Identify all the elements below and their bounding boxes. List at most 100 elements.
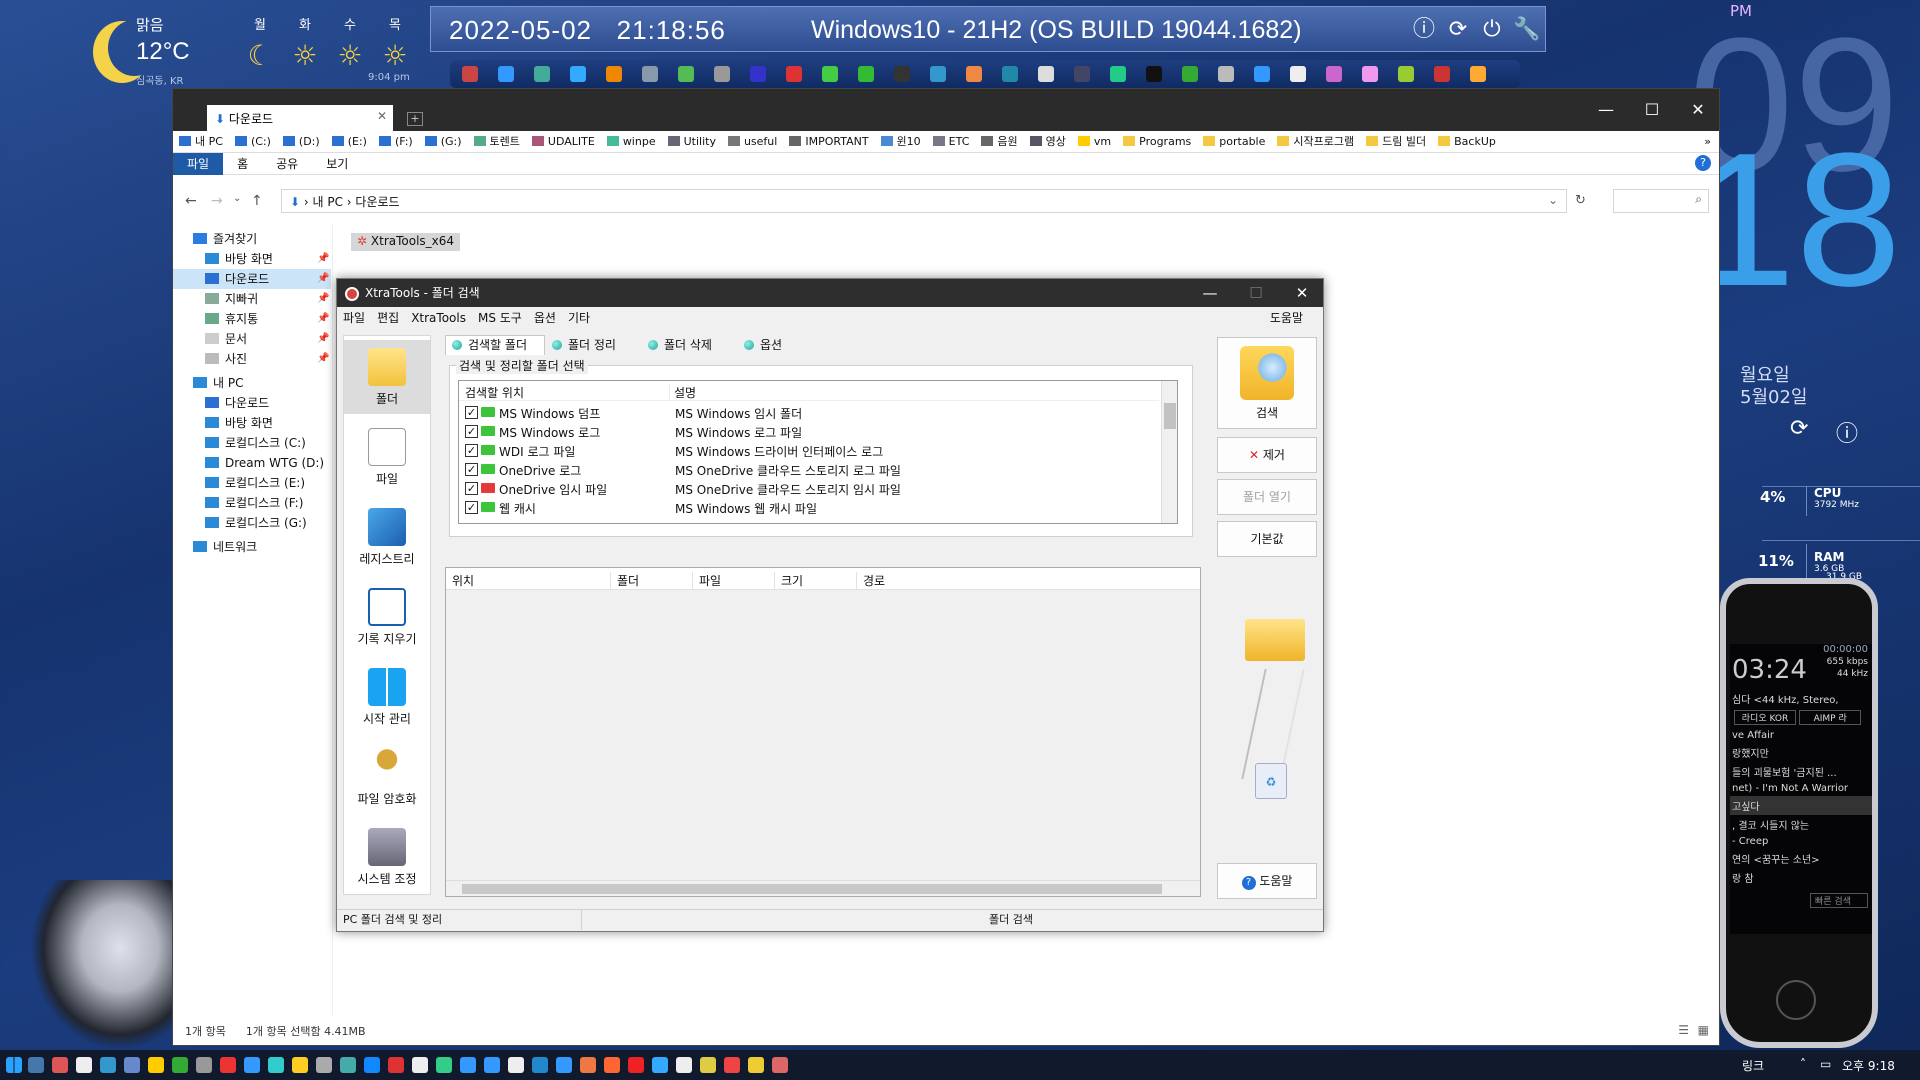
taskbar-app-icon[interactable]: [604, 1057, 620, 1073]
refresh-icon[interactable]: ↻: [1575, 193, 1586, 208]
chevron-up-icon[interactable]: ˄: [1800, 1057, 1806, 1071]
tab-search-folders[interactable]: 검색할 폴더: [445, 335, 545, 355]
taskbar-app-icon[interactable]: [460, 1057, 476, 1073]
row-checkbox[interactable]: ✓: [465, 463, 478, 476]
address-bar[interactable]: ⬇ › 내 PC › 다운로드 ⌄: [281, 189, 1567, 213]
details-view-icon[interactable]: ☰: [1678, 1023, 1689, 1037]
playlist-item[interactable]: 들의 괴물보험 '금지된 ...: [1730, 762, 1872, 781]
close-tab-icon[interactable]: ✕: [377, 109, 387, 123]
row-checkbox[interactable]: ✓: [465, 501, 478, 514]
nav-pc-item[interactable]: 로컬디스크 (G:): [205, 513, 307, 533]
tray-links[interactable]: 링크: [1742, 1057, 1764, 1074]
bookmark-item[interactable]: Utility: [667, 131, 716, 152]
dock-app-icon[interactable]: [1182, 66, 1198, 82]
taskbar-app-icon[interactable]: [364, 1057, 380, 1073]
menu-help[interactable]: 도움말: [1270, 307, 1303, 329]
menu-file[interactable]: 파일: [343, 311, 365, 325]
nav-quick-item[interactable]: 다운로드 📌: [173, 269, 331, 289]
nav-quick-item[interactable]: 사진 📌: [205, 349, 329, 369]
column-folders[interactable]: 폴더: [610, 572, 639, 590]
forward-icon[interactable]: →: [211, 193, 223, 209]
taskbar-app-icon[interactable]: [268, 1057, 284, 1073]
column-location[interactable]: 검색할 위치: [465, 384, 524, 401]
row-checkbox[interactable]: ✓: [465, 406, 478, 419]
column-position[interactable]: 위치: [446, 572, 474, 590]
tool-system[interactable]: 시스템 조정: [344, 820, 430, 894]
dock-app-icon[interactable]: [606, 66, 622, 82]
pin-icon[interactable]: 📌: [317, 349, 329, 369]
folder-list-row[interactable]: ✓ MS Windows 로그 MS Windows 로그 파일: [459, 422, 1159, 441]
tab-options[interactable]: 옵션: [737, 335, 803, 355]
bookmark-item[interactable]: (G:): [424, 131, 462, 152]
close-button[interactable]: ✕: [1279, 279, 1325, 307]
dock-app-icon[interactable]: [642, 66, 658, 82]
folder-list-row[interactable]: ✓ OneDrive 로그 MS OneDrive 클라우드 스토리지 로그 파일: [459, 460, 1159, 479]
nav-pc-item[interactable]: 로컬디스크 (F:): [205, 493, 303, 513]
recent-icon[interactable]: ⌄: [233, 193, 241, 204]
bookmark-item[interactable]: BackUp: [1438, 131, 1496, 152]
taskbar-app-icon[interactable]: [412, 1057, 428, 1073]
column-path[interactable]: 경로: [856, 572, 885, 590]
tool-registry[interactable]: 레지스트리: [344, 500, 430, 574]
ribbon-tab-file[interactable]: 파일: [173, 153, 224, 175]
ribbon-tab-home[interactable]: 홈: [223, 153, 262, 175]
playlist-search[interactable]: 빠른 검색: [1810, 893, 1868, 908]
radio-button[interactable]: 라디오 KOR: [1734, 710, 1796, 725]
nav-pc-item[interactable]: 다운로드: [205, 393, 269, 413]
taskbar-app-icon[interactable]: [652, 1057, 668, 1073]
dock-app-icon[interactable]: [966, 66, 982, 82]
bookmark-item[interactable]: 시작프로그램: [1277, 131, 1354, 152]
open-folder-button[interactable]: 폴더 열기: [1217, 479, 1317, 515]
tool-encrypt[interactable]: 파일 암호화: [344, 740, 430, 814]
dock-app-icon[interactable]: [1146, 66, 1162, 82]
bookmark-item[interactable]: 영상: [1029, 131, 1066, 152]
taskbar-app-icon[interactable]: [100, 1057, 116, 1073]
ribbon-tab-share[interactable]: 공유: [262, 153, 312, 175]
info-icon[interactable]: ⓘ: [1411, 17, 1437, 43]
more-bookmarks-icon[interactable]: »: [1704, 131, 1711, 152]
bookmark-item[interactable]: (D:): [282, 131, 320, 152]
nav-pc-item[interactable]: 바탕 화면: [205, 413, 273, 433]
taskbar-app-icon[interactable]: [532, 1057, 548, 1073]
taskbar-app-icon[interactable]: [556, 1057, 572, 1073]
chevron-down-icon[interactable]: ⌄: [1548, 193, 1558, 207]
bookmark-item[interactable]: winpe: [606, 131, 656, 152]
taskbar-app-icon[interactable]: [220, 1057, 236, 1073]
dock-app-icon[interactable]: [858, 66, 874, 82]
taskbar-app-icon[interactable]: [436, 1057, 452, 1073]
bookmark-item[interactable]: Programs: [1123, 131, 1191, 152]
nav-quick-item[interactable]: 바탕 화면 📌: [205, 249, 329, 269]
folder-list-row[interactable]: ✓ 웹 캐시 MS Windows 웹 캐시 파일: [459, 498, 1159, 517]
search-button[interactable]: 검색: [1217, 337, 1317, 429]
nav-pc-item[interactable]: 로컬디스크 (C:): [205, 433, 306, 453]
taskbar-app-icon[interactable]: [172, 1057, 188, 1073]
taskbar-app-icon[interactable]: [748, 1057, 764, 1073]
playlist-item[interactable]: 랑 참: [1730, 868, 1872, 887]
taskbar-app-icon[interactable]: [628, 1057, 644, 1073]
wrench-icon[interactable]: 🔧: [1513, 17, 1540, 43]
pin-icon[interactable]: 📌: [317, 309, 329, 329]
help-button[interactable]: ? 도움말: [1217, 863, 1317, 899]
row-checkbox[interactable]: ✓: [465, 482, 478, 495]
help-icon[interactable]: ?: [1695, 155, 1711, 171]
taskbar-app-icon[interactable]: [484, 1057, 500, 1073]
dock-app-icon[interactable]: [1002, 66, 1018, 82]
nav-pc-item[interactable]: Dream WTG (D:): [205, 453, 324, 473]
taskbar-app-icon[interactable]: [340, 1057, 356, 1073]
taskbar-app-icon[interactable]: [316, 1057, 332, 1073]
list-scrollbar[interactable]: [1161, 381, 1177, 523]
back-icon[interactable]: ←: [185, 193, 197, 209]
bookmark-item[interactable]: portable: [1203, 131, 1265, 152]
bookmark-item[interactable]: 윈10: [880, 131, 921, 152]
menu-edit[interactable]: 편집: [377, 311, 399, 325]
taskbar-app-icon[interactable]: [580, 1057, 596, 1073]
minimize-button[interactable]: —: [1187, 279, 1233, 307]
nav-quick-item[interactable]: 지빠귀 📌: [205, 289, 329, 309]
tool-startup[interactable]: 시작 관리: [344, 660, 430, 734]
dock-app-icon[interactable]: [1290, 66, 1306, 82]
close-button[interactable]: ✕: [1675, 89, 1721, 131]
menu-options[interactable]: 옵션: [534, 311, 556, 325]
restart-icon[interactable]: ⟳: [1445, 17, 1471, 43]
menu-etc[interactable]: 기타: [568, 311, 590, 325]
network-icon[interactable]: ▭: [1820, 1057, 1831, 1071]
